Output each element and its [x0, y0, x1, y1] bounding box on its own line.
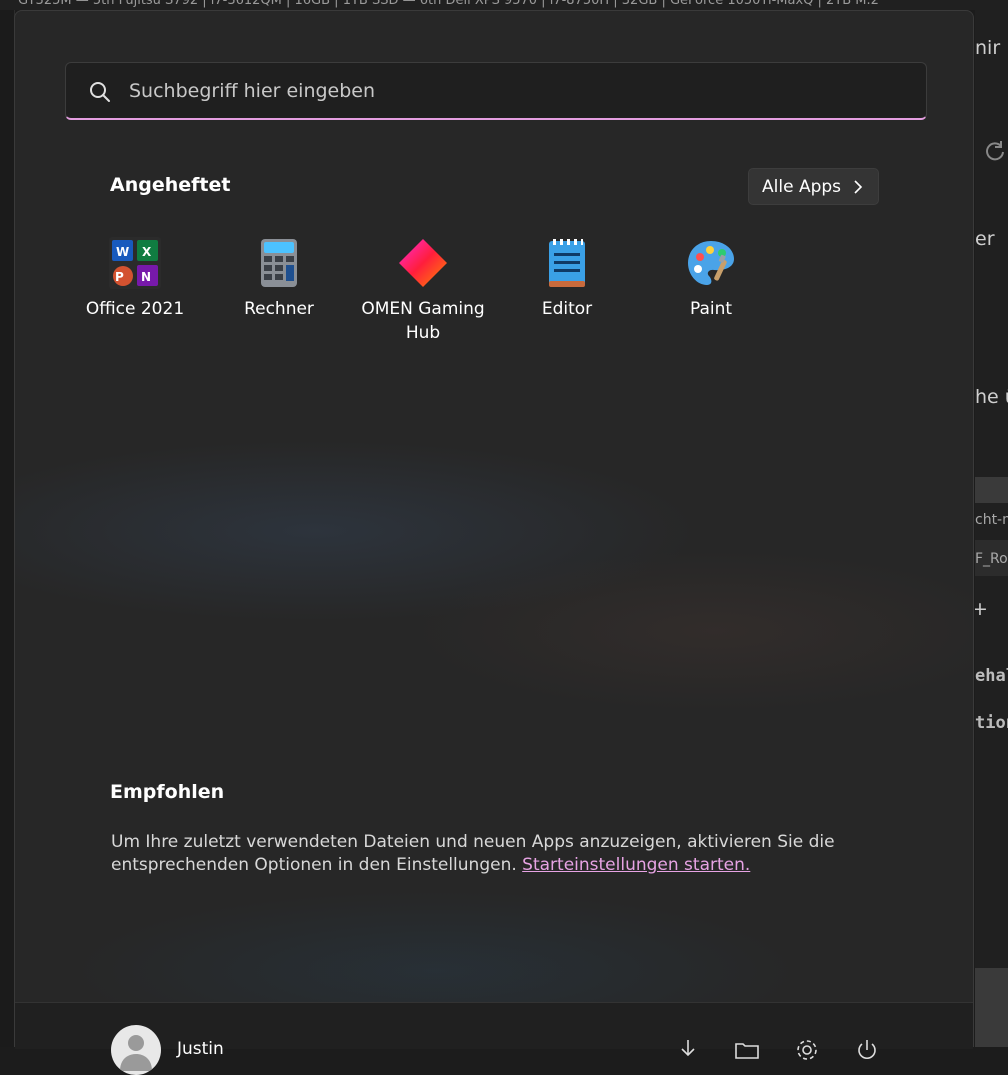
- settings-icon[interactable]: [794, 1037, 820, 1063]
- pinned-app-office[interactable]: W X P N Office 2021: [65, 237, 205, 327]
- calculator-icon: [261, 239, 297, 287]
- svg-text:N: N: [141, 270, 151, 284]
- pinned-app-omen[interactable]: OMEN Gaming Hub: [353, 237, 493, 347]
- background-window-right-edge: nir er he ü cht-m F_Rou + ehal tion: [975, 10, 1008, 1047]
- background-fragment: he ü: [975, 386, 1008, 408]
- pinned-title: Angeheftet: [110, 174, 231, 196]
- power-icon[interactable]: [854, 1037, 880, 1063]
- background-window-titlebar: GT325M — 5th Fujitsu S792 | i7-3612QM | …: [0, 0, 1008, 10]
- pinned-app-name: OMEN Gaming Hub: [361, 299, 485, 343]
- pinned-app-name: Editor: [541, 299, 593, 319]
- pinned-app-rechner[interactable]: Rechner: [209, 237, 349, 327]
- background-fragment: F_Rou: [975, 551, 1008, 567]
- start-menu-footer: Justin: [15, 1002, 973, 1075]
- background-bar: [975, 477, 1008, 503]
- background-window-left-edge: [0, 10, 15, 1047]
- notepad-icon: [549, 239, 585, 287]
- search-placeholder[interactable]: Suchbegriff hier eingeben: [129, 80, 375, 102]
- background-fragment: +: [975, 598, 988, 620]
- search-icon: [90, 82, 110, 102]
- user-avatar[interactable]: [111, 1025, 161, 1075]
- username[interactable]: Justin: [177, 1039, 224, 1059]
- paint-palette-icon: [688, 241, 734, 285]
- all-apps-button[interactable]: Alle Apps: [748, 168, 879, 205]
- download-icon[interactable]: [675, 1037, 701, 1063]
- pinned-app-name: Paint: [689, 299, 733, 319]
- recommended-message: Um Ihre zuletzt verwendeten Dateien und …: [111, 831, 851, 877]
- pinned-app-editor[interactable]: Editor: [497, 237, 637, 327]
- start-menu: Suchbegriff hier eingeben Angeheftet All…: [14, 10, 974, 1075]
- background-fragment: nir: [975, 37, 1001, 59]
- pinned-app-name: Office 2021: [85, 299, 185, 319]
- office-icon: W X P N: [109, 237, 161, 289]
- background-bar: [975, 968, 1008, 1047]
- background-fragment: cht-m: [975, 512, 1008, 528]
- background-fragment: tion: [975, 713, 1008, 733]
- start-settings-link[interactable]: Starteinstellungen starten.: [522, 855, 750, 875]
- chevron-right-icon: [854, 180, 863, 194]
- svg-text:W: W: [116, 245, 129, 259]
- recommended-title: Empfohlen: [110, 781, 225, 803]
- svg-text:X: X: [142, 245, 152, 259]
- svg-text:P: P: [115, 270, 124, 284]
- user-icon: [120, 1035, 152, 1071]
- background-window-text: GT325M — 5th Fujitsu S792 | i7-3612QM | …: [18, 0, 879, 8]
- redo-icon: [986, 141, 1004, 161]
- background-fragment: ehal: [975, 666, 1008, 686]
- all-apps-label: Alle Apps: [762, 177, 842, 197]
- folder-icon[interactable]: [734, 1037, 760, 1063]
- background-fragment: er: [975, 228, 995, 250]
- omen-icon: [399, 239, 447, 287]
- search-box[interactable]: Suchbegriff hier eingeben: [65, 62, 927, 120]
- pinned-app-name: Rechner: [244, 299, 314, 319]
- pinned-app-paint[interactable]: Paint: [641, 237, 781, 327]
